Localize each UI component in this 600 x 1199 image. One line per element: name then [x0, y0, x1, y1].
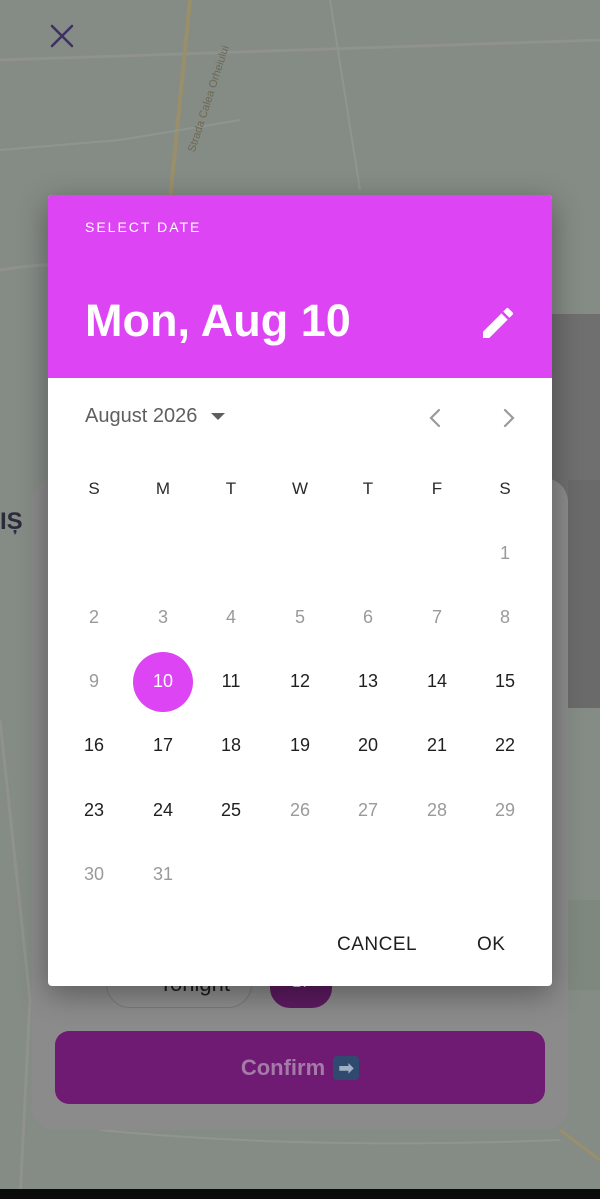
- confirm-button[interactable]: Confirm ➡: [55, 1031, 545, 1104]
- calendar-day[interactable]: 11: [201, 652, 261, 712]
- weekday-label: S: [499, 479, 511, 498]
- dialog-overline: SELECT DATE: [85, 219, 202, 235]
- weekday-label: S: [88, 479, 100, 498]
- weekday-label: M: [155, 479, 171, 498]
- dropdown-caret-icon: [211, 413, 226, 420]
- chevron-left-icon: [429, 408, 441, 428]
- dialog-header: SELECT DATE Mon, Aug 10: [48, 195, 552, 378]
- close-icon: [50, 24, 74, 48]
- pencil-icon: [483, 307, 514, 338]
- calendar-day[interactable]: 12: [270, 652, 330, 712]
- previous-month-button[interactable]: [420, 403, 450, 433]
- calendar-day: 8: [499, 606, 510, 627]
- calendar-day[interactable]: 18: [201, 716, 261, 776]
- bottom-sheet-side: [568, 480, 600, 708]
- weekday-label: F: [431, 479, 443, 498]
- calendar-day[interactable]: 17: [133, 716, 193, 776]
- calendar-day[interactable]: 16: [64, 716, 124, 776]
- calendar-day: 29: [494, 799, 516, 820]
- calendar-day: 2: [88, 606, 99, 627]
- calendar-day[interactable]: 13: [338, 652, 398, 712]
- calendar-day[interactable]: 25: [201, 780, 261, 840]
- arrow-right-icon: ➡: [333, 1055, 360, 1080]
- calendar-day[interactable]: 15: [475, 652, 535, 712]
- selected-date-heading: Mon, Aug 10: [85, 295, 351, 346]
- calendar-day-selected[interactable]: 10: [133, 651, 193, 712]
- cancel-button[interactable]: CANCEL: [337, 925, 417, 965]
- edit-date-button[interactable]: [478, 303, 518, 343]
- calendar-day[interactable]: 19: [270, 716, 330, 776]
- calendar-day: 30: [83, 864, 105, 884]
- chevron-right-icon: [503, 408, 515, 428]
- calendar-day[interactable]: 22: [475, 716, 535, 776]
- calendar-day: 3: [157, 606, 168, 627]
- calendar-day: 6: [362, 606, 373, 627]
- calendar-day: 28: [426, 799, 448, 820]
- calendar-day[interactable]: 24: [133, 780, 193, 840]
- map-place-label: IȘ: [0, 508, 23, 535]
- next-month-button[interactable]: [494, 403, 524, 433]
- calendar-day: 5: [294, 606, 305, 627]
- date-picker-dialog: SELECT DATE Mon, Aug 10 August 2026 S M T W…: [48, 195, 552, 986]
- calendar-day[interactable]: 21: [407, 716, 467, 776]
- month-year-selector[interactable]: August 2026: [85, 405, 226, 428]
- weekday-label: T: [362, 479, 374, 498]
- calendar-day[interactable]: 23: [64, 780, 124, 840]
- system-nav-bar: [0, 1189, 600, 1199]
- calendar-day: 27: [357, 799, 379, 820]
- month-year-label: August 2026: [85, 405, 198, 427]
- calendar-day[interactable]: 20: [338, 716, 398, 776]
- calendar-day: 31: [152, 864, 174, 884]
- calendar-day: 4: [225, 606, 236, 627]
- calendar-day: 7: [431, 606, 442, 627]
- calendar-day: 26: [289, 799, 311, 820]
- ok-button[interactable]: OK: [477, 925, 505, 965]
- weekday-label: W: [291, 479, 309, 498]
- calendar-day[interactable]: 14: [407, 652, 467, 712]
- calendar-day: 9: [88, 671, 99, 692]
- calendar-day: 1: [499, 542, 510, 563]
- weekday-label: T: [225, 479, 237, 498]
- confirm-label: Confirm: [240, 1054, 326, 1080]
- close-button[interactable]: [48, 22, 76, 50]
